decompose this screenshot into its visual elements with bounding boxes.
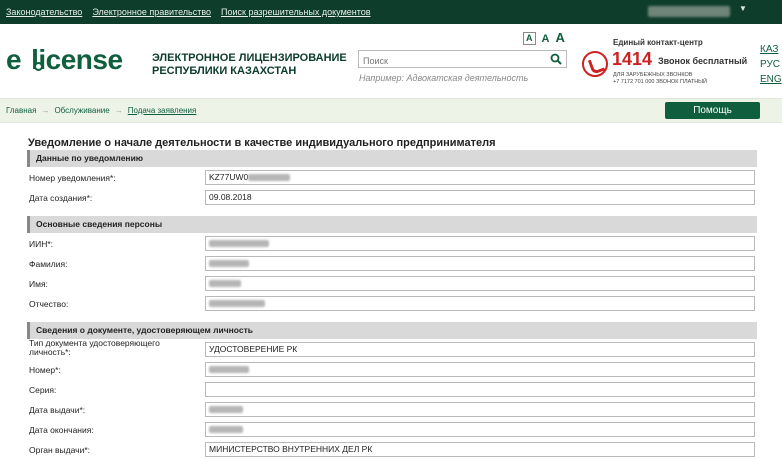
form-row-issue-date: Дата выдачи*: [27,399,757,419]
redacted-value [209,300,265,308]
issuer-field[interactable]: МИНИСТЕРСТВО ВНУТРЕННИХ ДЕЛ РК [205,442,755,457]
form-row-doc-type: Тип документа удостоверяющего личность*:… [27,339,757,359]
field-label: Отчество: [29,299,69,309]
doc-type-select[interactable]: УДОСТОВЕРЕНИЕ РК [205,342,755,357]
logo-ring-icon [34,62,43,71]
top-link-legislation[interactable]: Законодательство [6,7,82,17]
breadcrumb-bar: Главная → Обслуживание → Подача заявления По… [0,98,782,123]
field-label: Фамилия: [29,259,68,269]
field-label: Дата создания*: [29,193,93,203]
field-label: Дата окончания: [29,425,94,435]
search-icon[interactable] [550,53,562,65]
redacted-value [209,406,243,414]
form-row-expiry-date: Дата окончания: [27,419,757,439]
form-row-patronymic: Отчество: [27,293,757,313]
form-row-name: Имя: [27,273,757,293]
top-link-permit-search[interactable]: Поиск разрешительных документов [221,7,371,17]
form-row-doc-number: Номер*: [27,359,757,379]
field-label: Номер уведомления*: [29,173,116,183]
redacted-value [209,366,249,374]
patronymic-field[interactable] [205,296,755,311]
lang-kaz[interactable]: КАЗ [760,42,782,57]
field-label: Дата выдачи*: [29,405,86,415]
form-row-notice-number: Номер уведомления*: KZ77UW0 [27,167,757,187]
form-row-creation-date: Дата создания*: 09.08.2018 [27,187,757,207]
contact-center-title: Единый контакт-центр [613,38,703,47]
breadcrumb-service[interactable]: Обслуживание [54,106,109,115]
language-switcher: КАЗ РУС ENG [760,42,782,87]
redacted-value [248,174,291,182]
brand-title: ЭЛЕКТРОННОЕ ЛИЦЕНЗИРОВАНИЕ РЕСПУБЛИКИ КА… [152,52,347,77]
section-notice-data: Данные по уведомлению [27,150,757,167]
redacted-value [209,426,243,434]
breadcrumb-arrow-icon: → [114,106,123,115]
form-row-iin: ИИН*: [27,233,757,253]
iin-field[interactable] [205,236,755,251]
contact-free-label: Звонок бесплатный [658,56,748,66]
notice-number-field[interactable]: KZ77UW0 [205,170,755,185]
breadcrumb-current[interactable]: Подача заявления [128,106,197,115]
font-size-small[interactable]: A [523,32,536,45]
search-box [358,50,567,69]
site-header: e license ЭЛЕКТРОННОЕ ЛИЦЕНЗИРОВАНИЕ РЕСП… [0,24,782,96]
form-row-doc-series: Серия: [27,379,757,399]
redacted-value [209,240,269,248]
lang-rus[interactable]: РУС [760,57,782,72]
field-label: Серия: [29,385,57,395]
section-id-document: Сведения о документе, удостоверяющем лич… [27,322,757,339]
help-button[interactable]: Помощь [665,102,760,119]
top-link-egov[interactable]: Электронное правительство [92,7,211,17]
font-size-large[interactable]: A [555,30,564,45]
page-title: Уведомление о начале деятельности в каче… [28,137,496,149]
doc-series-field[interactable] [205,382,755,397]
user-name-redacted[interactable] [648,6,730,17]
field-label: Тип документа удостоверяющего личность*: [29,338,160,357]
section-person-info: Основные сведения персоны [27,216,757,233]
search-hint: Например: Адвокатская деятельность [359,73,529,83]
contact-center-number: 1414 [612,49,653,69]
redacted-value [209,280,241,288]
chevron-down-icon[interactable]: ▼ [739,4,747,13]
application-form: Данные по уведомлению Номер уведомления*… [27,150,757,459]
form-row-issuer: Орган выдачи*: МИНИСТЕРСТВО ВНУТРЕННИХ Д… [27,439,757,459]
issue-date-field[interactable] [205,402,755,417]
phone-icon [582,51,608,77]
lang-eng[interactable]: ENG [760,72,782,87]
surname-field[interactable] [205,256,755,271]
breadcrumb: Главная → Обслуживание → Подача заявления [6,106,196,115]
font-size-medium[interactable]: A [542,33,550,45]
contact-intl-info: ДЛЯ ЗАРУБЕЖНЫХ ЗВОНКОВ +7 7172 701 000 З… [613,72,707,85]
elicense-logo[interactable]: e license [6,44,123,76]
form-row-surname: Фамилия: [27,253,757,273]
top-nav-bar: Законодательство Электронное правительст… [0,0,782,24]
creation-date-field[interactable]: 09.08.2018 [205,190,755,205]
font-size-switcher: A A A [523,30,565,45]
breadcrumb-arrow-icon: → [41,106,50,115]
search-input[interactable] [359,53,544,69]
field-label: Номер*: [29,365,61,375]
field-label: Орган выдачи*: [29,445,91,455]
redacted-value [209,260,249,268]
doc-number-field[interactable] [205,362,755,377]
expiry-date-field[interactable] [205,422,755,437]
field-label: ИИН*: [29,239,54,249]
field-label: Имя: [29,279,48,289]
name-field[interactable] [205,276,755,291]
breadcrumb-home[interactable]: Главная [6,106,36,115]
